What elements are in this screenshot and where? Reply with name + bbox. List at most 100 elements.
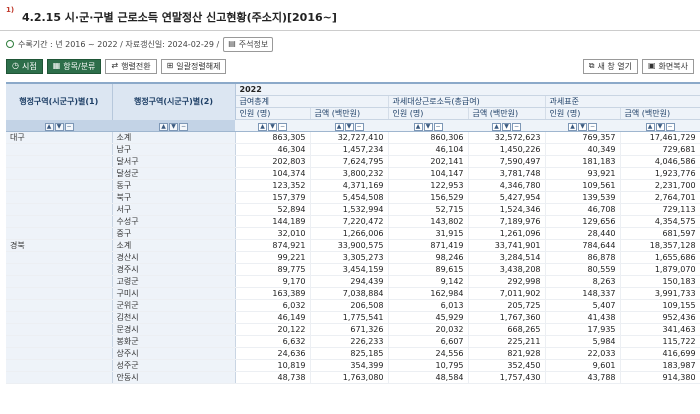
district-cell: 동구 <box>112 179 236 192</box>
value-cell: 825,185 <box>310 347 389 360</box>
value-cell: 104,374 <box>235 167 311 180</box>
clear-sort-button[interactable]: ⊞ 일괄정렬해제 <box>160 58 227 74</box>
sort-asc-icon[interactable]: ▲ <box>568 123 577 131</box>
sort-desc-icon[interactable]: ▼ <box>655 123 665 131</box>
value-cell: 45,929 <box>388 311 469 324</box>
value-cell: 5,454,508 <box>310 191 389 204</box>
row-col-switch-button[interactable]: ⇄ 행렬전환 <box>105 58 157 74</box>
title-footnote: 1) <box>6 6 15 14</box>
note-info-button[interactable]: ▤ 주석정보 <box>223 36 274 52</box>
sort-asc-icon[interactable]: ▲ <box>159 122 168 131</box>
value-cell: 40,349 <box>545 143 621 156</box>
sort-asc-icon[interactable]: ▲ <box>334 123 344 131</box>
sort-asc-icon[interactable]: ▲ <box>492 123 501 131</box>
value-cell: 1,532,994 <box>310 203 389 216</box>
value-cell: 352,450 <box>468 359 546 372</box>
sort-clear-icon[interactable]: − <box>354 123 364 131</box>
region-cell <box>6 371 113 384</box>
item-category-button[interactable]: ▦ 항목/분류 <box>46 58 102 74</box>
value-cell: 6,013 <box>388 299 469 312</box>
sort-desc-icon[interactable]: ▼ <box>578 123 587 131</box>
sort-clear-icon[interactable]: − <box>64 122 74 131</box>
district-cell: 김천시 <box>112 311 236 324</box>
value-cell: 3,781,748 <box>468 167 546 180</box>
value-cell: 225,211 <box>468 335 546 348</box>
district-cell: 고령군 <box>112 275 236 288</box>
sort-desc-icon[interactable]: ▼ <box>344 123 354 131</box>
value-cell: 205,725 <box>468 299 546 312</box>
sort-desc-icon[interactable]: ▼ <box>54 122 64 131</box>
region-cell <box>6 323 113 336</box>
sort-asc-icon[interactable]: ▲ <box>645 123 655 131</box>
sort-clear-icon[interactable]: − <box>433 123 443 131</box>
value-cell: 681,597 <box>620 227 700 240</box>
value-cell: 2,764,701 <box>620 191 700 204</box>
screen-copy-button[interactable]: ▣ 화면복사 <box>641 58 694 74</box>
table-row: 상주시 24,636 825,185 24,556 821,928 22,033 416,6… <box>6 347 700 360</box>
district-cell: 남구 <box>112 143 236 156</box>
table-row: 대구 소계 863,305 32,727,410 860,306 32,572,623 76… <box>6 131 700 144</box>
value-cell: 86,878 <box>545 251 621 264</box>
sort-clear-icon[interactable]: − <box>179 122 188 131</box>
value-cell: 4,046,586 <box>620 155 700 168</box>
document-icon: ▤ <box>228 39 236 48</box>
value-cell: 769,357 <box>545 131 621 144</box>
value-cell: 1,923,776 <box>620 167 700 180</box>
value-cell: 41,438 <box>545 311 621 324</box>
value-cell: 1,261,096 <box>468 227 546 240</box>
value-cell: 163,389 <box>235 287 311 300</box>
sort-desc-icon[interactable]: ▼ <box>502 123 511 131</box>
value-cell: 33,900,575 <box>310 239 389 252</box>
value-cell: 80,559 <box>545 263 621 276</box>
value-cell: 1,266,006 <box>310 227 389 240</box>
time-button-label: 시점 <box>21 61 37 71</box>
sort-clear-icon[interactable]: − <box>588 123 597 131</box>
value-cell: 1,450,226 <box>468 143 546 156</box>
sort-controls: ▲ ▼ − <box>310 119 388 132</box>
region-cell <box>6 263 113 276</box>
new-window-button[interactable]: ⧉ 새 창 열기 <box>582 58 638 74</box>
value-cell: 294,439 <box>310 275 389 288</box>
sort-clear-icon[interactable]: − <box>278 123 287 131</box>
sort-controls: ▲ ▼ − <box>545 119 620 132</box>
value-cell: 46,304 <box>235 143 311 156</box>
sort-controls: ▲ ▼ − <box>468 119 545 132</box>
region-cell <box>6 335 113 348</box>
region-cell <box>6 275 113 288</box>
value-cell: 18,357,128 <box>620 239 700 252</box>
data-table-container[interactable]: 행정구역(시군구)별(1) 행정구역(시군구)별(2) 2022 급여총계 과세… <box>6 82 700 414</box>
value-cell: 871,419 <box>388 239 469 252</box>
value-cell: 1,775,541 <box>310 311 389 324</box>
region-cell <box>6 287 113 300</box>
value-cell: 3,991,733 <box>620 287 700 300</box>
new-window-icon: ⧉ <box>588 61 595 70</box>
value-cell: 122,953 <box>388 179 469 192</box>
sort-controls: ▲ ▼ − <box>112 119 235 132</box>
sort-desc-icon[interactable]: ▼ <box>423 123 433 131</box>
region-cell <box>6 251 113 264</box>
value-cell: 1,879,070 <box>620 263 700 276</box>
sort-asc-icon[interactable]: ▲ <box>44 122 54 131</box>
district-cell: 경주시 <box>112 263 236 276</box>
table-row: 달성군 104,374 3,800,232 104,147 3,781,748 93,92… <box>6 167 700 180</box>
sort-desc-icon[interactable]: ▼ <box>268 123 277 131</box>
subcolumn-header: 인원 (명) <box>235 107 311 120</box>
sort-controls: ▲ ▼ − <box>620 119 700 132</box>
row-header-1: 행정구역(시군구)별(1) <box>6 84 113 120</box>
subcolumn-header: 금액 (백만원) <box>310 107 389 120</box>
value-cell: 5,427,954 <box>468 191 546 204</box>
sort-clear-icon[interactable]: − <box>665 123 675 131</box>
district-cell: 안동시 <box>112 371 236 384</box>
value-cell: 6,032 <box>235 299 311 312</box>
sort-controls: ▲ ▼ − <box>6 119 112 132</box>
value-cell: 144,189 <box>235 215 311 228</box>
value-cell: 43,788 <box>545 371 621 384</box>
value-cell: 784,644 <box>545 239 621 252</box>
time-button[interactable]: ◷ 시점 <box>6 58 43 74</box>
sort-desc-icon[interactable]: ▼ <box>169 122 178 131</box>
sort-asc-icon[interactable]: ▲ <box>413 123 423 131</box>
table-row: 경북 소계 874,921 33,900,575 871,419 33,741,901 78… <box>6 239 700 252</box>
sort-asc-icon[interactable]: ▲ <box>258 123 267 131</box>
table-row: 남구 46,304 1,457,234 46,104 1,450,226 40,349 72… <box>6 143 700 156</box>
sort-clear-icon[interactable]: − <box>512 123 521 131</box>
